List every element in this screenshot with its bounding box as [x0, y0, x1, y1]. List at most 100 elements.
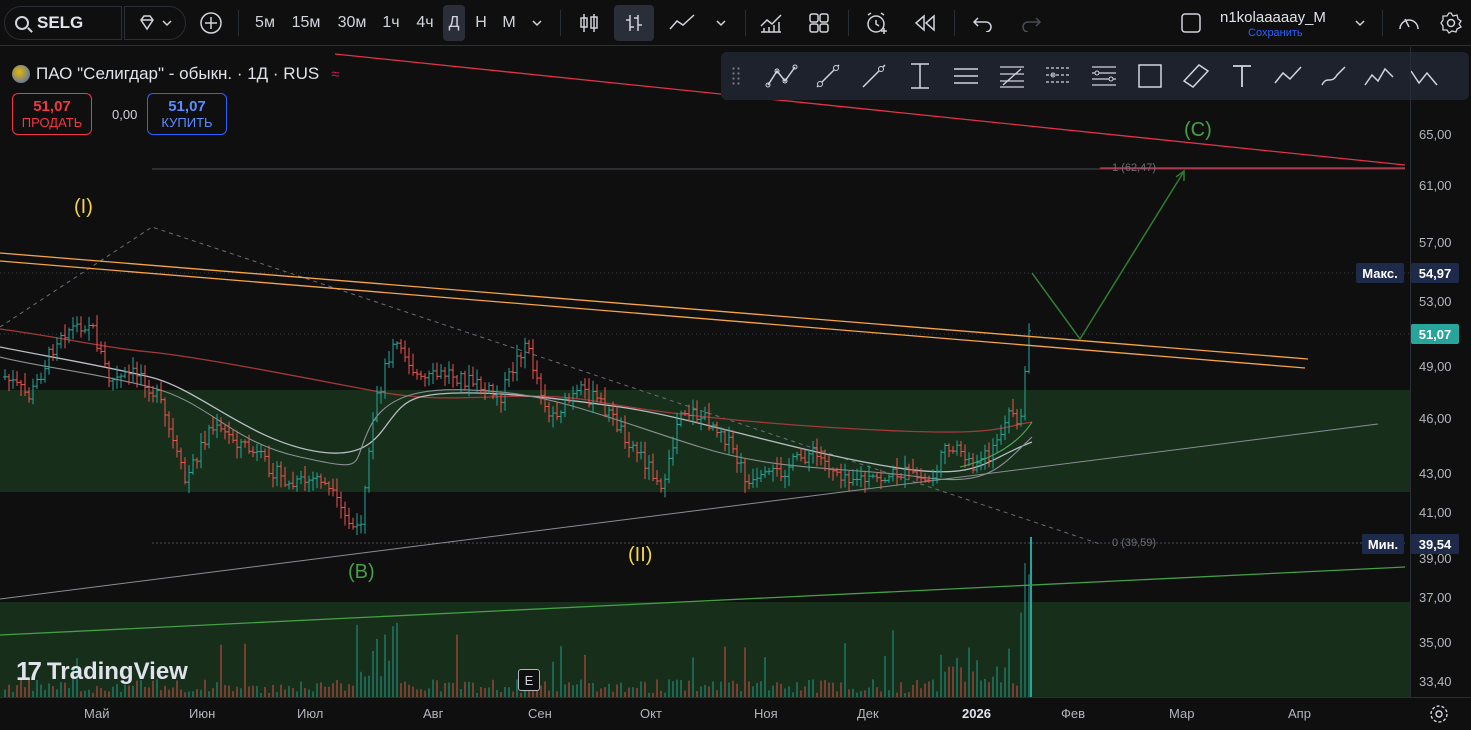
replay-button[interactable]: [910, 0, 940, 46]
volume-bar: [912, 684, 914, 697]
tool-brush[interactable]: [1311, 56, 1357, 96]
chart-type-dropdown[interactable]: [710, 0, 732, 46]
volume-bar: [876, 687, 878, 697]
volume-bar: [952, 666, 954, 697]
volume-bar: [744, 647, 746, 697]
alert-button[interactable]: [862, 0, 892, 46]
price-tick: 46,00: [1419, 411, 1452, 426]
timeframe-30m[interactable]: 30м: [332, 0, 372, 46]
wave-label-2[interactable]: (II): [628, 544, 652, 567]
time-axis[interactable]: [0, 697, 1471, 730]
tool-path[interactable]: [1265, 56, 1311, 96]
volume-bar: [88, 689, 90, 697]
buy-button[interactable]: 51,07 КУПИТЬ: [147, 93, 227, 135]
logo-text: TradingView: [46, 657, 188, 685]
wave-label-c[interactable]: (C): [1184, 119, 1212, 142]
volume-bar: [680, 679, 682, 697]
volume-bar: [988, 682, 990, 697]
wave-label-1[interactable]: (I): [74, 196, 93, 219]
fib-extension-icon: [1092, 66, 1116, 86]
timeframe-5m[interactable]: 5м: [250, 0, 280, 46]
quick-search-button[interactable]: [1394, 0, 1424, 46]
drag-handle-icon[interactable]: [731, 66, 741, 86]
tool-fib-retracement[interactable]: [989, 56, 1035, 96]
price-tick: 37,00: [1419, 590, 1452, 605]
plus-circle-icon: [200, 12, 222, 34]
price-chart[interactable]: [0, 47, 1410, 697]
channel-line-upper[interactable]: [0, 252, 1309, 360]
redo-button[interactable]: [1016, 0, 1046, 46]
layout-owner-name[interactable]: n1kolaaaaay_M: [1220, 9, 1326, 26]
volume-bar: [656, 679, 658, 697]
bars-type-button[interactable]: [614, 5, 654, 41]
settings-button[interactable]: [1436, 0, 1466, 46]
tool-ray[interactable]: [851, 56, 897, 96]
earnings-event-marker[interactable]: E: [518, 669, 540, 691]
tool-abc-pattern[interactable]: [759, 56, 805, 96]
volume-bar: [552, 661, 554, 697]
market-status-icon[interactable]: ≈: [331, 66, 339, 83]
layout-select-checkbox[interactable]: [1176, 0, 1206, 46]
timeframe-15m[interactable]: 15м: [286, 0, 326, 46]
timeframe-month[interactable]: М: [496, 0, 522, 46]
volume-bar: [388, 660, 390, 697]
timeframe-dropdown[interactable]: [526, 0, 548, 46]
chart-legend[interactable]: ПАО "Селигдар" - обыкн. · 1Д · RUS ≈: [12, 64, 339, 84]
save-button[interactable]: Сохранить: [1248, 27, 1303, 39]
redo-icon: [1022, 17, 1042, 32]
undo-icon: [972, 17, 992, 32]
projected-wave-path[interactable]: [1031, 172, 1184, 341]
wave-label-b[interactable]: (B): [348, 561, 375, 584]
tool-parallel-channel[interactable]: [943, 56, 989, 96]
volume-bar: [320, 682, 322, 697]
spread-value: 0,00: [112, 107, 138, 122]
tool-fib-levels[interactable]: [1035, 56, 1081, 96]
undo-button[interactable]: [968, 0, 998, 46]
volume-bar: [328, 686, 330, 697]
timeframe-1h[interactable]: 1ч: [376, 0, 406, 46]
volume-bar: [872, 679, 874, 697]
volume-bar: [336, 679, 338, 697]
channel-line-lower[interactable]: [0, 260, 1306, 369]
volume-bar: [416, 689, 418, 697]
volume-bar: [588, 683, 590, 697]
volume-bar: [728, 682, 730, 697]
tool-text[interactable]: [1219, 56, 1265, 96]
tool-fib-extension[interactable]: [1081, 56, 1127, 96]
sell-button[interactable]: 51,07 ПРОДАТЬ: [12, 93, 92, 135]
layouts-button[interactable]: [804, 0, 834, 46]
tool-vertical-line[interactable]: [897, 56, 943, 96]
line-type-button[interactable]: [666, 0, 698, 46]
min-label-badge: Мин.: [1362, 534, 1404, 554]
volume-bar: [824, 680, 826, 697]
tool-parallelogram[interactable]: [1173, 56, 1219, 96]
support-zone-lower[interactable]: [0, 602, 1410, 697]
timeframe-4h[interactable]: 4ч: [410, 0, 440, 46]
tool-rectangle[interactable]: [1127, 56, 1173, 96]
symbol-search[interactable]: SELG: [4, 6, 122, 40]
volume-bar: [784, 688, 786, 697]
indicators-button[interactable]: [756, 0, 786, 46]
tradingview-logo[interactable]: 17 TradingView: [16, 656, 188, 687]
tool-trend-line[interactable]: [805, 56, 851, 96]
add-symbol-button[interactable]: [196, 0, 226, 46]
volume-bar: [384, 634, 386, 697]
volume-bar: [392, 626, 394, 697]
timeframe-day[interactable]: Д: [443, 5, 465, 41]
tradingview-mark-icon: 17: [16, 656, 42, 686]
account-dropdown[interactable]: [1348, 0, 1372, 46]
volume-bar: [324, 686, 326, 697]
channel-icon: [954, 68, 978, 84]
time-tick: Авг: [423, 706, 444, 721]
volume-bar: [8, 684, 10, 697]
candles-type-button[interactable]: [574, 0, 604, 46]
volume-bar: [480, 686, 482, 697]
tool-elliott-impulse[interactable]: [1357, 56, 1403, 96]
compare-symbol-button[interactable]: [124, 6, 186, 40]
volume-bar: [256, 686, 258, 697]
volume-bar: [920, 688, 922, 697]
volume-bar: [1020, 612, 1022, 697]
axis-settings-button[interactable]: [1428, 703, 1450, 730]
timeframe-week[interactable]: Н: [469, 0, 493, 46]
volume-bar: [736, 683, 738, 697]
